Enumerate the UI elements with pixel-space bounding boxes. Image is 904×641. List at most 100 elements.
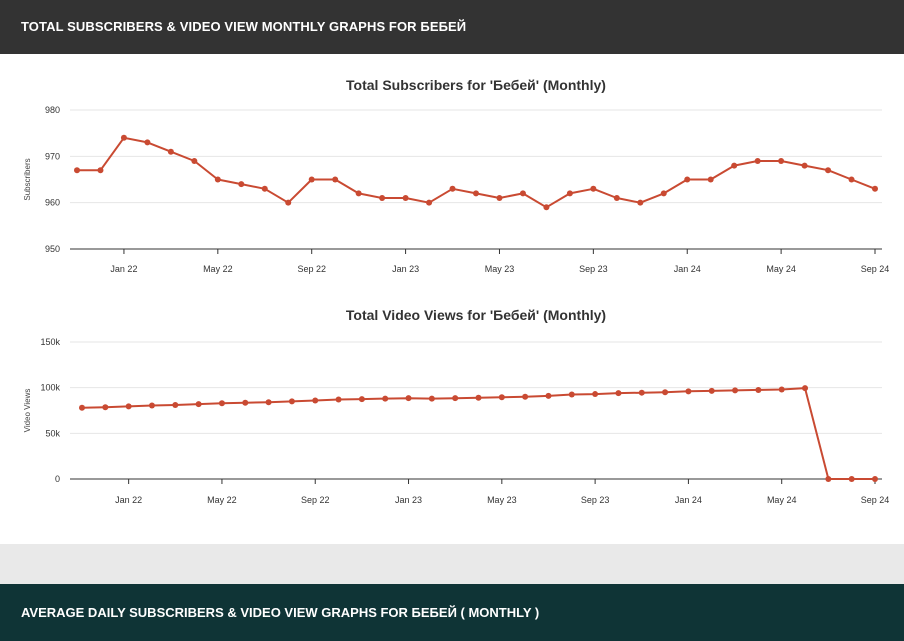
views-data-point	[802, 385, 809, 392]
views-x-tick-label: Jan 22	[115, 495, 142, 505]
views-x-tick-label: Sep 22	[301, 495, 330, 505]
subs-x-tick-label: May 24	[766, 264, 796, 274]
views-data-point	[102, 404, 109, 411]
subs-data-point	[74, 167, 80, 174]
subs-data-point	[637, 199, 644, 206]
subs-x-tick-label: Jan 22	[110, 264, 137, 274]
subs-data-point	[261, 185, 268, 192]
subs-data-point	[214, 176, 221, 183]
subs-x-tick-label: Sep 24	[861, 264, 890, 274]
views-data-point	[592, 391, 599, 398]
views-data-point	[522, 393, 529, 400]
subs-data-point	[872, 185, 878, 192]
views-data-point	[405, 395, 412, 402]
next-section-header-title: AVERAGE DAILY SUBSCRIBERS & VIDEO VIEW G…	[21, 605, 540, 620]
views-data-point	[475, 394, 482, 401]
views-data-point	[335, 396, 342, 403]
views-data-point	[288, 398, 295, 405]
views-data-point	[755, 386, 762, 393]
subs-data-point	[285, 199, 292, 206]
subs-y-tick-label: 960	[45, 198, 60, 208]
subs-data-point	[379, 195, 386, 202]
subs-data-point	[167, 148, 174, 155]
subs-y-tick-label: 950	[45, 244, 60, 254]
views-y-axis-label: Video Views	[23, 389, 32, 433]
next-section-header: AVERAGE DAILY SUBSCRIBERS & VIDEO VIEW G…	[0, 584, 904, 641]
views-data-point	[638, 389, 645, 396]
subs-data-point	[566, 190, 573, 197]
subs-x-tick-label: May 23	[485, 264, 515, 274]
views-x-tick-label: Sep 24	[861, 495, 890, 505]
subs-data-point	[825, 167, 832, 174]
subs-x-tick-label: May 22	[203, 264, 233, 274]
views-y-tick-label: 50k	[45, 428, 60, 438]
subs-data-point	[402, 195, 409, 202]
views-data-point	[125, 403, 132, 410]
views-data-point	[358, 396, 365, 403]
views-data-point	[218, 400, 225, 407]
views-chart-title: Total Video Views for 'Бебей' (Monthly)	[346, 307, 606, 323]
views-data-point	[872, 476, 878, 482]
subs-x-tick-label: Jan 24	[674, 264, 701, 274]
views-data-point	[615, 390, 622, 397]
subs-data-point	[754, 157, 761, 164]
subs-data-point	[707, 176, 714, 183]
subs-data-point	[778, 157, 785, 164]
views-data-point	[545, 392, 552, 399]
views-x-tick-label: Jan 24	[675, 495, 702, 505]
views-data-point	[685, 388, 692, 395]
subs-data-point	[332, 176, 339, 183]
views-y-tick-label: 0	[55, 474, 60, 484]
subs-chart-title: Total Subscribers for 'Бебей' (Monthly)	[346, 77, 606, 93]
views-x-tick-label: May 23	[487, 495, 517, 505]
views-data-point	[662, 389, 669, 396]
subs-data-point	[496, 195, 503, 202]
views-data-point	[778, 386, 785, 393]
views-data-point	[172, 402, 179, 409]
subs-data-point	[238, 181, 245, 188]
subs-data-point	[120, 134, 127, 141]
subs-data-point	[144, 139, 151, 146]
views-data-point	[79, 404, 85, 411]
subs-data-point	[449, 185, 456, 192]
subs-data-point	[801, 162, 808, 169]
subs-data-point	[660, 190, 667, 197]
charts-svg: Total Subscribers for 'Бебей' (Monthly) 9…	[23, 77, 890, 505]
section-header: TOTAL SUBSCRIBERS & VIDEO VIEW MONTHLY G…	[0, 0, 904, 54]
section-header-title: TOTAL SUBSCRIBERS & VIDEO VIEW MONTHLY G…	[21, 19, 467, 34]
views-data-point	[242, 399, 249, 406]
views-data-point	[428, 395, 435, 402]
subs-data-point	[848, 176, 855, 183]
views-y-tick-label: 150k	[40, 337, 60, 347]
views-x-tick-label: Jan 23	[395, 495, 422, 505]
subs-data-point	[684, 176, 691, 183]
subs-x-tick-label: Sep 22	[297, 264, 326, 274]
views-data-point	[848, 476, 855, 482]
subs-data-point	[473, 190, 479, 197]
charts-panel: Total Subscribers for 'Бебей' (Monthly) 9…	[0, 54, 904, 544]
subs-x-tick-label: Jan 23	[392, 264, 419, 274]
subs-data-point	[590, 185, 597, 192]
subs-data-point	[97, 167, 104, 174]
views-data-point	[498, 394, 505, 401]
views-data-point	[568, 391, 575, 398]
views-data-point	[265, 399, 272, 406]
views-data-point	[708, 387, 715, 394]
subs-data-point	[355, 190, 362, 197]
views-x-tick-label: May 24	[767, 495, 797, 505]
views-x-tick-label: Sep 23	[581, 495, 610, 505]
subs-x-tick-label: Sep 23	[579, 264, 608, 274]
subs-data-point	[543, 204, 550, 211]
views-chart: Total Video Views for 'Бебей' (Monthly) 0…	[23, 307, 889, 505]
subs-series-line	[77, 136, 876, 209]
subs-data-point	[731, 162, 738, 169]
subs-y-axis-label: Subscribers	[23, 158, 32, 200]
subs-data-point	[519, 190, 526, 197]
subs-y-tick-label: 970	[45, 151, 60, 161]
subs-y-tick-label: 980	[45, 105, 60, 115]
views-data-point	[312, 397, 319, 404]
subs-data-point	[308, 176, 315, 183]
views-data-point	[382, 395, 389, 402]
views-data-point	[148, 402, 155, 409]
subs-data-point	[613, 195, 620, 202]
